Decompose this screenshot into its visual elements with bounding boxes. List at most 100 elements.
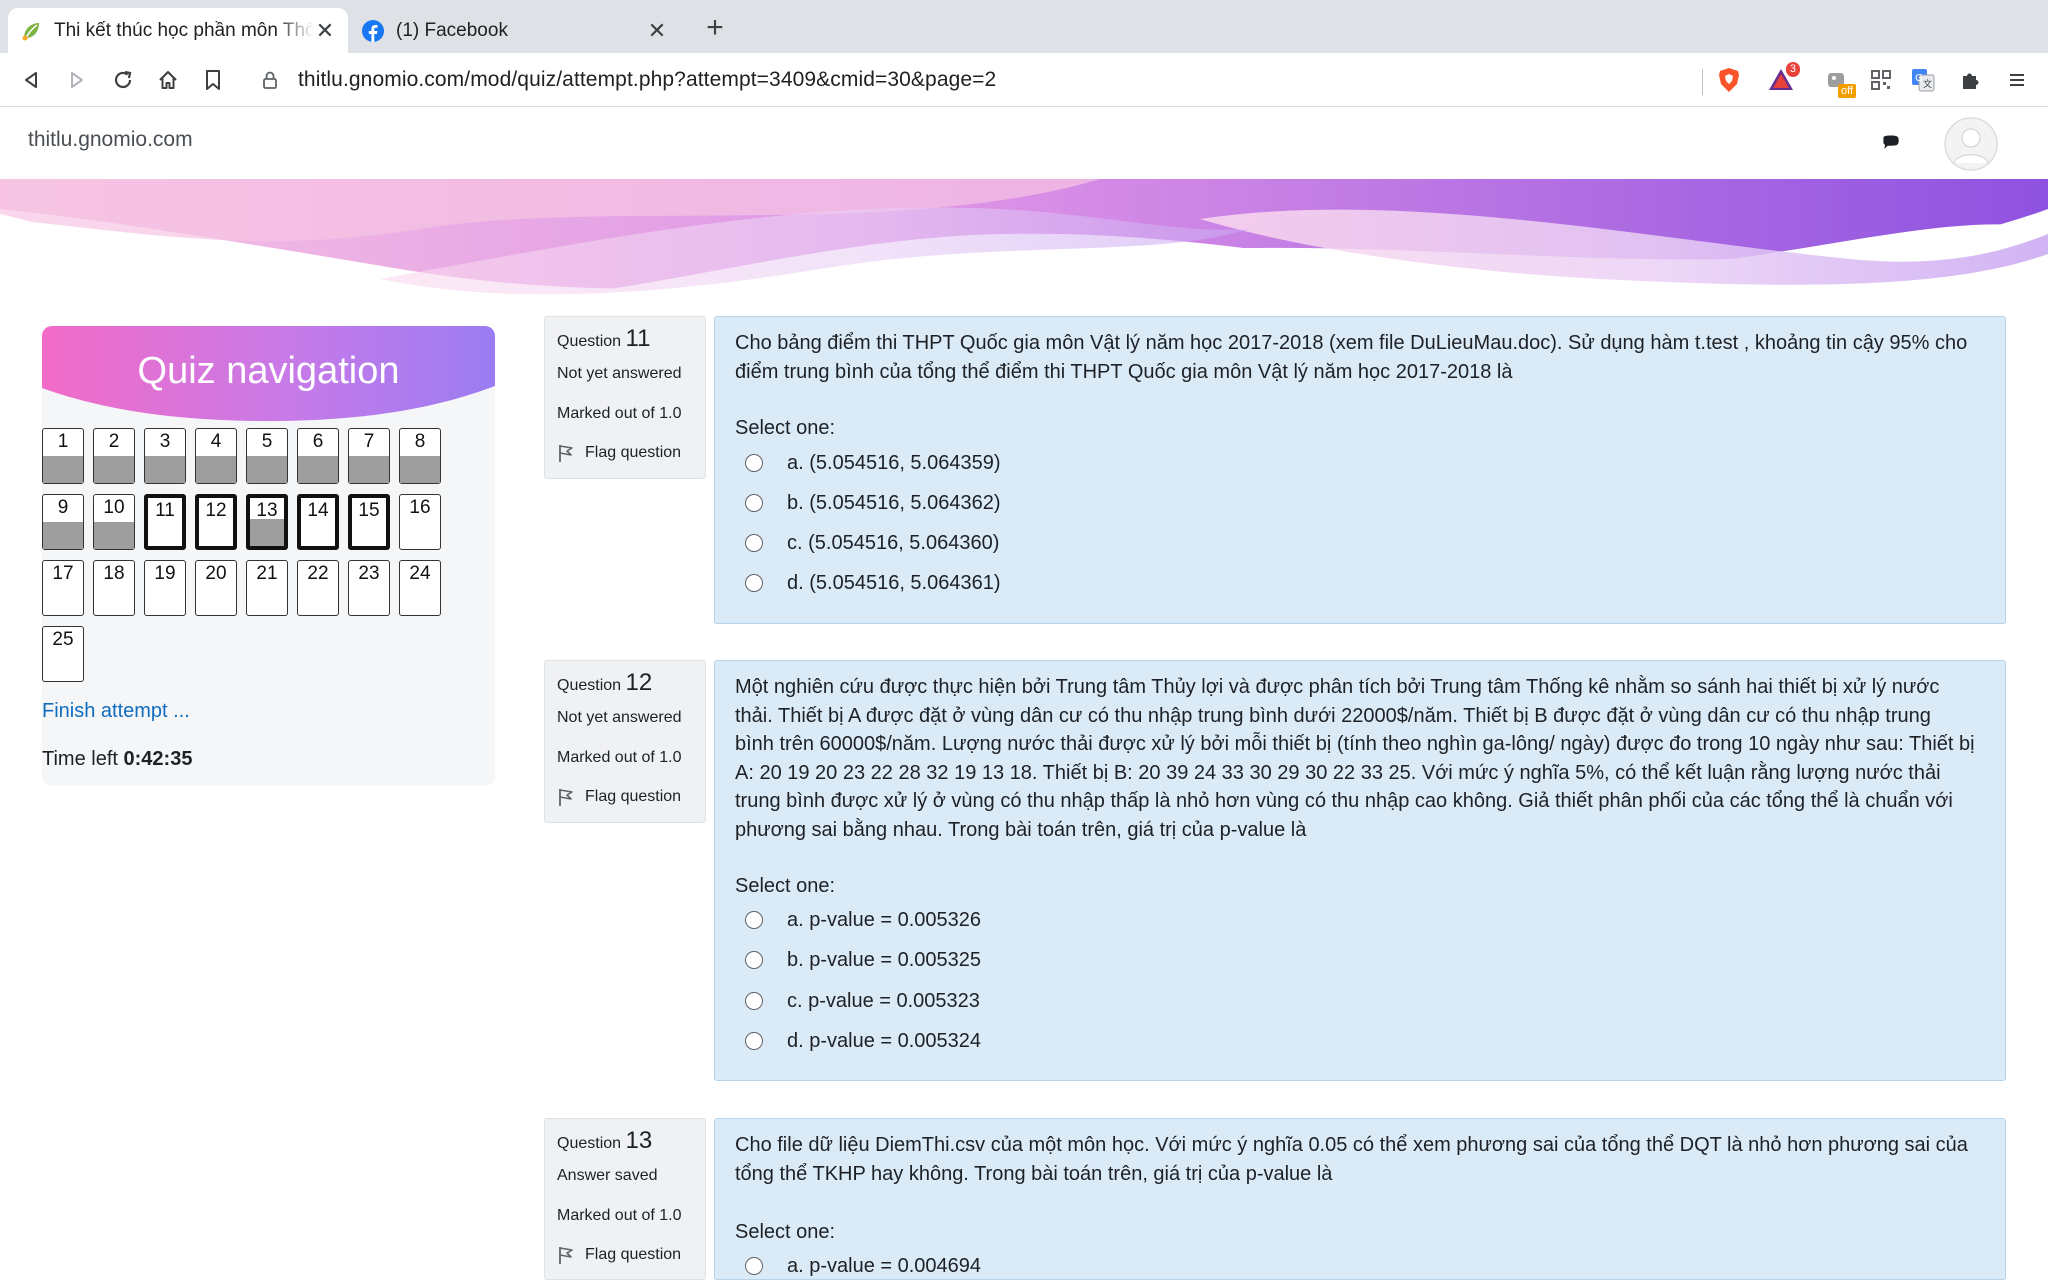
close-icon[interactable]: ✕ — [314, 19, 336, 42]
quiz-nav-button-5[interactable]: 5 — [246, 428, 288, 484]
answered-indicator — [94, 456, 134, 483]
tab-title: Thi kết thúc học phần môn Thống kê — [54, 19, 314, 41]
quiz-nav-button-1[interactable]: 1 — [42, 428, 84, 484]
question-number-value: 12 — [625, 669, 653, 696]
bookmark-icon — [206, 70, 220, 90]
site-name[interactable]: thitlu.gnomio.com — [28, 128, 193, 152]
quiz-nav-button-3[interactable]: 3 — [144, 428, 186, 484]
quiz-nav-button-14[interactable]: 14 — [297, 494, 339, 550]
user-avatar[interactable] — [1944, 117, 1998, 171]
forward-button[interactable] — [62, 65, 92, 95]
quiz-nav-button-number: 13 — [256, 500, 278, 521]
quiz-nav-button-20[interactable]: 20 — [195, 560, 237, 616]
answer-option-c[interactable]: c. p-value = 0.005323 — [745, 986, 980, 1016]
flag-question-button[interactable]: Flag question — [557, 443, 681, 463]
quiz-nav-button-8[interactable]: 8 — [399, 428, 441, 484]
new-tab-button[interactable]: + — [700, 13, 730, 44]
close-icon[interactable]: ✕ — [646, 19, 668, 42]
quiz-nav-button-number: 24 — [409, 563, 431, 584]
brave-rewards-icon[interactable]: 3 — [1766, 62, 1800, 95]
answer-option-b[interactable]: b. p-value = 0.005325 — [745, 945, 981, 975]
answered-indicator — [250, 519, 284, 546]
honey-extension-icon[interactable]: off — [1822, 65, 1856, 98]
flag-question-button[interactable]: Flag question — [557, 787, 681, 807]
quiz-nav-button-number: 21 — [256, 563, 278, 584]
quiz-nav-button-9[interactable]: 9 — [42, 494, 84, 550]
flag-icon — [559, 445, 573, 462]
quiz-nav-button-22[interactable]: 22 — [297, 560, 339, 616]
finish-attempt-link[interactable]: Finish attempt ... — [42, 700, 190, 723]
tab-facebook[interactable]: (1) Facebook ✕ — [350, 8, 680, 53]
flag-question-button[interactable]: Flag question — [557, 1245, 681, 1265]
question-label: Question — [557, 333, 622, 350]
radio-button[interactable] — [745, 574, 763, 592]
tab-quiz[interactable]: Thi kết thúc học phần môn Thống kê ✕ — [8, 8, 348, 53]
question-text: Cho file dữ liệu DiemThi.csv của một môn… — [735, 1134, 1968, 1185]
radio-button[interactable] — [745, 1032, 763, 1050]
svg-text:G: G — [1915, 73, 1923, 84]
lock-icon[interactable] — [262, 70, 280, 90]
quiz-nav-button-15[interactable]: 15 — [348, 494, 390, 550]
quiz-nav-button-number: 7 — [363, 431, 375, 452]
radio-button[interactable] — [745, 494, 763, 512]
quiz-nav-button-25[interactable]: 25 — [42, 626, 84, 682]
answer-option-a[interactable]: a. p-value = 0.005326 — [745, 905, 981, 935]
menu-icon[interactable] — [2002, 65, 2032, 95]
quiz-nav-button-16[interactable]: 16 — [399, 494, 441, 550]
address-bar[interactable]: thitlu.gnomio.com/mod/quiz/attempt.php?a… — [246, 60, 1706, 100]
answer-option-a[interactable]: a. (5.054516, 5.064359) — [745, 448, 1001, 478]
radio-button[interactable] — [745, 534, 763, 552]
answer-label: b. (5.054516, 5.064362) — [787, 491, 1001, 514]
question-number-value: 11 — [625, 325, 651, 352]
home-button[interactable] — [153, 65, 183, 95]
answer-option-c[interactable]: c. (5.054516, 5.064360) — [745, 528, 999, 558]
flag-question-label: Flag question — [585, 788, 682, 805]
question-grade: Marked out of 1.0 — [557, 1207, 682, 1224]
brave-shield-icon[interactable] — [1714, 65, 1744, 95]
radio-button[interactable] — [745, 454, 763, 472]
radio-button[interactable] — [745, 992, 763, 1010]
quiz-nav-button-18[interactable]: 18 — [93, 560, 135, 616]
quiz-nav-button-13[interactable]: 13 — [246, 494, 288, 550]
quiz-nav-button-number: 18 — [103, 563, 125, 584]
quiz-nav-button-2[interactable]: 2 — [93, 428, 135, 484]
answer-option-b[interactable]: b. (5.054516, 5.064362) — [745, 488, 1001, 518]
answered-indicator — [400, 456, 440, 483]
answer-label: a. p-value = 0.004694 — [787, 1254, 982, 1277]
answer-option-a[interactable]: a. p-value = 0.004694 — [745, 1251, 981, 1281]
quiz-nav-button-6[interactable]: 6 — [297, 428, 339, 484]
quiz-nav-button-4[interactable]: 4 — [195, 428, 237, 484]
quiz-nav-button-number: 10 — [103, 497, 125, 518]
time-left-label: Time left — [42, 748, 118, 770]
quiz-nav-button-17[interactable]: 17 — [42, 560, 84, 616]
question-info-11: Question 11 Not yet answered Marked out … — [544, 316, 706, 479]
radio-button[interactable] — [745, 1257, 763, 1275]
extensions-puzzle-icon[interactable] — [1956, 65, 1986, 95]
google-translate-icon[interactable]: G文 — [1908, 65, 1938, 95]
quiz-nav-button-24[interactable]: 24 — [399, 560, 441, 616]
browser-toolbar: thitlu.gnomio.com/mod/quiz/attempt.php?a… — [0, 53, 2048, 107]
messages-icon[interactable] — [1880, 130, 1906, 156]
time-left-value: 0:42:35 — [123, 748, 193, 770]
answered-indicator — [43, 456, 83, 483]
qr-code-icon[interactable] — [1866, 65, 1896, 95]
quiz-nav-button-number: 5 — [261, 431, 273, 452]
quiz-nav-button-11[interactable]: 11 — [144, 494, 186, 550]
quiz-nav-button-7[interactable]: 7 — [348, 428, 390, 484]
answered-indicator — [196, 456, 236, 483]
radio-button[interactable] — [745, 951, 763, 969]
answer-option-d[interactable]: d. p-value = 0.005324 — [745, 1026, 981, 1056]
quiz-nav-button-10[interactable]: 10 — [93, 494, 135, 550]
answer-option-d[interactable]: d. (5.054516, 5.064361) — [745, 568, 1001, 598]
quiz-nav-button-12[interactable]: 12 — [195, 494, 237, 550]
back-button[interactable] — [16, 65, 46, 95]
quiz-nav-button-19[interactable]: 19 — [144, 560, 186, 616]
quiz-nav-button-21[interactable]: 21 — [246, 560, 288, 616]
quiz-nav-button-number: 1 — [57, 431, 69, 452]
quiz-nav-button-23[interactable]: 23 — [348, 560, 390, 616]
bookmark-button[interactable] — [198, 65, 228, 95]
radio-button[interactable] — [745, 911, 763, 929]
honey-off-badge: off — [1837, 84, 1856, 98]
question-grade: Marked out of 1.0 — [557, 749, 682, 766]
reload-button[interactable] — [108, 65, 138, 95]
